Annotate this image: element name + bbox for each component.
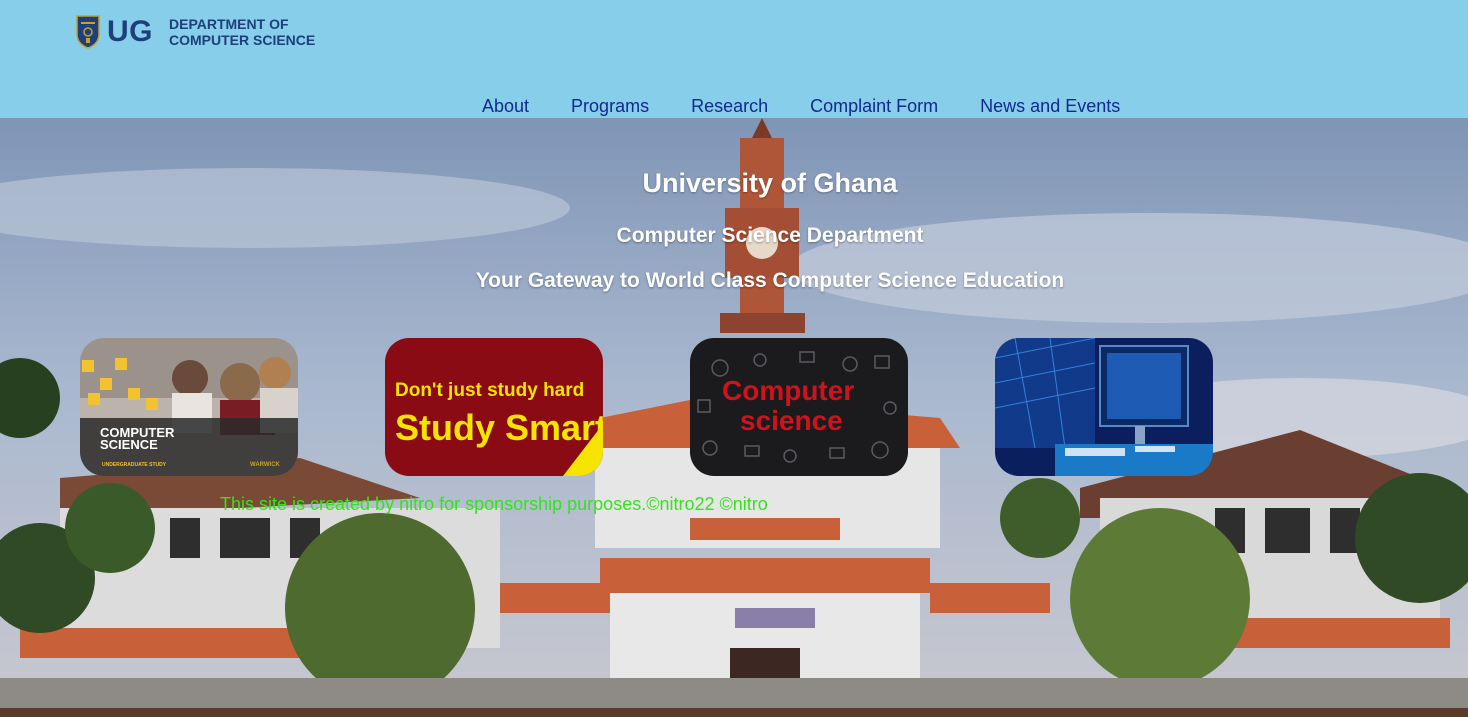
- hero-section: University of Ghana Computer Science Dep…: [0, 118, 1468, 717]
- card1-line3: UNDERGRADUATE STUDY: [102, 462, 167, 468]
- card3-line1: Computer: [722, 375, 854, 406]
- nav-programs[interactable]: Programs: [571, 96, 649, 117]
- site-header: UG DEPARTMENT OF COMPUTER SCIENCE About …: [0, 0, 1468, 118]
- logo-dept-text: DEPARTMENT OF COMPUTER SCIENCE: [169, 16, 315, 48]
- card-image-study-smart: Don't just study hard Study Smart: [385, 338, 603, 476]
- card2-line2: Study Smart: [395, 407, 603, 448]
- site-credit-text: This site is created by nitro for sponso…: [220, 494, 768, 514]
- card-study-smart[interactable]: Don't just study hard Study Smart: [385, 338, 603, 476]
- dept-line-2: COMPUTER SCIENCE: [169, 32, 316, 48]
- dept-line-1: DEPARTMENT OF: [169, 16, 289, 32]
- nav-about[interactable]: About: [482, 96, 529, 117]
- card-computer-science-graphic[interactable]: Computer science: [690, 338, 908, 476]
- hero-tagline: Your Gateway to World Class Computer Sci…: [475, 269, 1065, 292]
- card-image-students: COMPUTER SCIENCE UNDERGRADUATE STUDY WAR…: [80, 338, 298, 476]
- ug-crest-icon: [76, 15, 100, 49]
- card3-line2: science: [740, 405, 843, 436]
- card1-line2: SCIENCE: [100, 437, 158, 452]
- card-image-computer-science: Computer science: [690, 338, 908, 476]
- logo-mark: UG: [107, 15, 153, 48]
- card-computer-science-undergraduate[interactable]: COMPUTER SCIENCE UNDERGRADUATE STUDY WAR…: [80, 338, 298, 476]
- nav-complaint-form[interactable]: Complaint Form: [810, 96, 938, 117]
- nav-research[interactable]: Research: [691, 96, 768, 117]
- card1-brand: WARWICK: [250, 462, 281, 468]
- main-nav: About Programs Research Complaint Form N…: [482, 96, 1120, 117]
- card-image-computer-desk: [995, 338, 1213, 476]
- nav-news-and-events[interactable]: News and Events: [980, 96, 1120, 117]
- hero-subtitle: Computer Science Department: [616, 224, 924, 247]
- card2-line1: Don't just study hard: [395, 380, 584, 401]
- hero-title: University of Ghana: [642, 168, 898, 198]
- card-tech-desk[interactable]: [995, 338, 1213, 476]
- site-logo[interactable]: UG DEPARTMENT OF COMPUTER SCIENCE: [75, 14, 315, 50]
